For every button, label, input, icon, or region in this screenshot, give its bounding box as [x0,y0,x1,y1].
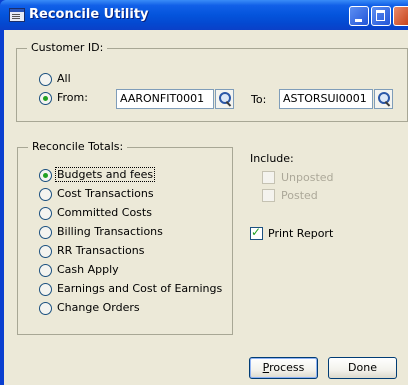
customer-all-radio-row[interactable]: All [39,72,99,87]
window-title: Reconcile Utility [29,7,149,22]
reconcile-option-label: Billing Transactions [57,225,163,238]
reconcile-option-label: Earnings and Cost of Earnings [57,282,223,295]
reconcile-radio[interactable] [39,188,52,201]
customer-id-group-label: Customer ID: [27,41,108,54]
reconcile-totals-group-label: Reconcile Totals: [28,140,128,153]
reconcile-option-cost[interactable]: Cost Transactions [39,187,229,202]
reconcile-option-rr[interactable]: RR Transactions [39,244,229,259]
app-window-icon [9,8,25,22]
reconcile-radio[interactable] [39,264,52,277]
to-lookup-button[interactable] [374,89,393,109]
customer-all-label: All [57,72,71,85]
reconcile-radio[interactable] [39,207,52,220]
close-button[interactable] [393,6,408,26]
print-report-checkbox[interactable] [250,225,263,240]
minimize-button[interactable] [349,6,369,26]
reconcile-option-label: Change Orders [57,301,140,314]
reconcile-radio[interactable] [39,226,52,239]
unposted-label: Unposted [281,171,334,184]
customer-to-label: To: [251,93,267,106]
print-report-label: Print Report [268,227,334,240]
customer-all-radio[interactable] [39,73,52,86]
from-lookup-button[interactable] [215,89,234,109]
reconcile-radio[interactable] [39,283,52,296]
unposted-checkbox[interactable] [262,171,275,184]
reconcile-radio[interactable] [39,245,52,258]
reconcile-radio[interactable] [39,302,52,315]
reconcile-option-change-orders[interactable]: Change Orders [39,301,229,316]
title-bar[interactable]: Reconcile Utility [0,0,408,30]
maximize-button[interactable] [371,6,391,26]
reconcile-option-cash[interactable]: Cash Apply [39,263,229,278]
process-button-label: rocess [269,361,305,374]
reconcile-totals-group: Reconcile Totals: Budgets and fees Cost … [17,140,233,335]
reconcile-radio[interactable] [39,169,52,182]
posted-checkbox[interactable] [262,189,275,202]
reconcile-option-committed[interactable]: Committed Costs [39,206,229,221]
include-label: Include: [250,152,294,165]
customer-from-input[interactable]: AARONFIT0001 [116,89,214,109]
customer-from-radio[interactable] [39,92,52,105]
reconcile-option-label: Committed Costs [57,206,152,219]
customer-to-input[interactable]: ASTORSUI0001 [279,89,373,109]
posted-label: Posted [281,189,318,202]
reconcile-utility-window: Reconcile Utility Customer ID: All From:… [0,0,408,385]
reconcile-option-label: RR Transactions [57,244,145,257]
reconcile-option-label: Cost Transactions [57,187,154,200]
reconcile-option-label: Budgets and fees [55,167,156,182]
reconcile-option-label: Cash Apply [57,263,119,276]
done-button[interactable]: Done [328,357,397,379]
customer-from-label: From: [57,91,88,104]
customer-from-radio-row[interactable]: From: [39,91,109,106]
customer-id-group: Customer ID: All From: AARONFIT0001 To: … [16,41,408,122]
dialog-client-area: Customer ID: All From: AARONFIT0001 To: … [4,30,408,385]
reconcile-option-earnings[interactable]: Earnings and Cost of Earnings [39,282,229,297]
process-button[interactable]: Process [249,357,318,379]
reconcile-option-billing[interactable]: Billing Transactions [39,225,229,240]
reconcile-option-budgets[interactable]: Budgets and fees [39,167,229,183]
